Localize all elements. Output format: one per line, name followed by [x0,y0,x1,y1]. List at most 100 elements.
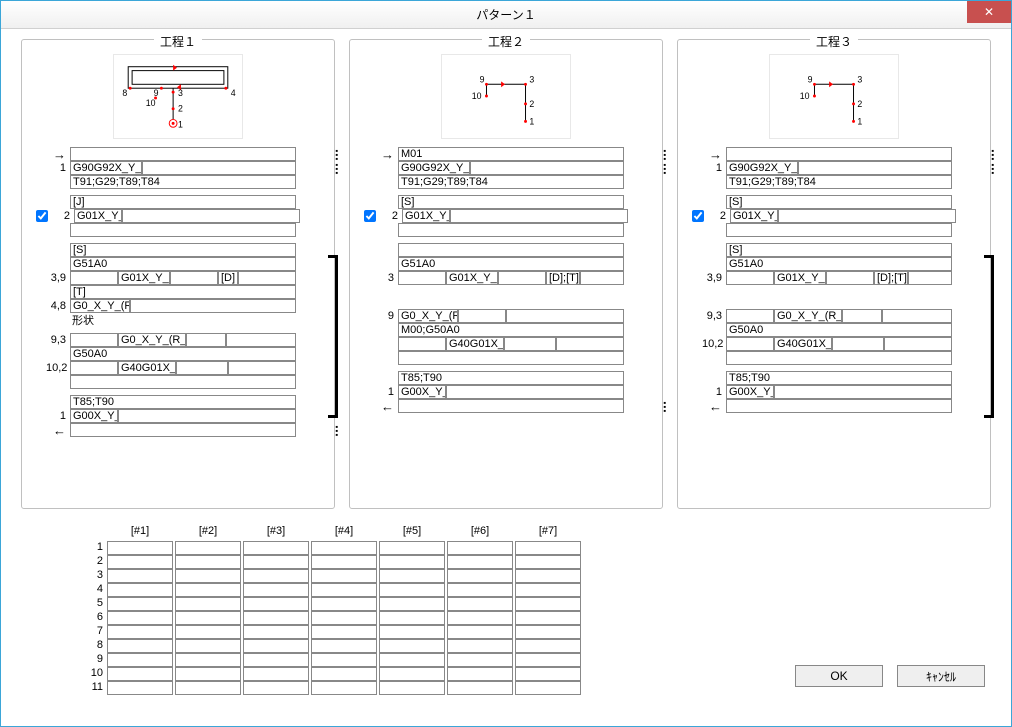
more-menu-icon[interactable]: ■■■ [336,163,338,174]
more-menu-icon[interactable]: ■■■ [664,149,666,160]
grid-cell[interactable] [379,667,445,681]
code-field[interactable]: [T] [70,285,296,299]
more-menu-icon[interactable]: ■■■ [664,163,666,174]
code-field[interactable]: G51A0 [70,257,296,271]
grid-cell[interactable] [379,569,445,583]
code-field[interactable] [118,409,296,423]
grid-cell[interactable] [379,625,445,639]
code-field[interactable] [842,309,882,323]
grid-cell[interactable] [243,625,309,639]
code-field[interactable] [70,333,118,347]
grid-cell[interactable] [175,639,241,653]
code-field[interactable]: G01X_Y_ [118,271,170,285]
code-field[interactable]: G40G01X_Y_ [774,337,832,351]
grid-cell[interactable] [379,597,445,611]
grid-cell[interactable] [107,625,173,639]
grid-cell[interactable] [379,611,445,625]
grid-cell[interactable] [447,569,513,583]
code-field[interactable] [398,271,446,285]
code-field[interactable]: G40G01X_Y_ [446,337,504,351]
grid-cell[interactable] [311,583,377,597]
grid-cell[interactable] [379,639,445,653]
code-field[interactable]: G50A0 [726,323,952,337]
code-field[interactable]: G01X_Y_ [774,271,826,285]
grid-cell[interactable] [243,597,309,611]
grid-cell[interactable] [311,681,377,695]
grid-cell[interactable] [379,681,445,695]
grid-cell[interactable] [107,653,173,667]
code-field[interactable] [580,271,624,285]
grid-cell[interactable] [311,625,377,639]
code-field[interactable] [726,399,952,413]
grid-cell[interactable] [175,541,241,555]
code-field[interactable]: T91;G29;T89;T84 [70,175,296,189]
grid-cell[interactable] [175,597,241,611]
code-field[interactable] [778,209,956,223]
code-field[interactable] [774,385,952,399]
code-field[interactable] [446,385,624,399]
code-field[interactable]: T85;T90 [70,395,296,409]
code-field[interactable]: [S] [726,195,952,209]
grid-cell[interactable] [447,583,513,597]
grid-cell[interactable] [311,639,377,653]
code-field[interactable] [122,209,300,223]
more-menu-icon[interactable]: ■■■ [992,163,994,174]
code-field[interactable] [70,271,118,285]
grid-cell[interactable] [515,653,581,667]
code-field[interactable] [398,223,624,237]
code-field[interactable] [398,243,624,257]
grid-cell[interactable] [107,639,173,653]
code-field[interactable] [186,333,226,347]
code-field[interactable] [70,375,296,389]
grid-cell[interactable] [311,653,377,667]
code-field[interactable]: G0_X_Y_(R_) [774,309,842,323]
code-field[interactable]: M01 [398,147,624,161]
code-field[interactable] [726,337,774,351]
grid-cell[interactable] [447,541,513,555]
code-field[interactable] [798,161,952,175]
grid-cell[interactable] [107,569,173,583]
code-field[interactable] [726,223,952,237]
grid-cell[interactable] [175,555,241,569]
grid-cell[interactable] [243,555,309,569]
code-field[interactable] [130,299,296,313]
grid-cell[interactable] [379,583,445,597]
code-field[interactable] [506,309,624,323]
code-field[interactable]: G0_X_Y_(R_) [398,309,458,323]
grid-cell[interactable] [447,639,513,653]
grid-cell[interactable] [311,541,377,555]
grid-cell[interactable] [243,541,309,555]
code-field[interactable] [398,337,446,351]
grid-cell[interactable] [243,639,309,653]
code-field[interactable]: G00X_Y_ [726,385,774,399]
code-field[interactable] [908,271,952,285]
grid-cell[interactable] [107,681,173,695]
grid-cell[interactable] [175,569,241,583]
grid-cell[interactable] [107,597,173,611]
code-field[interactable]: T85;T90 [398,371,624,385]
code-field[interactable]: G01X_Y_ [446,271,498,285]
code-field[interactable] [70,361,118,375]
grid-cell[interactable] [515,555,581,569]
grid-cell[interactable] [447,597,513,611]
code-field[interactable] [142,161,296,175]
code-field[interactable] [226,333,296,347]
code-field[interactable]: G01X_Y_ [74,209,122,223]
row-checkbox[interactable] [692,210,704,222]
code-field[interactable] [450,209,628,223]
grid-cell[interactable] [107,555,173,569]
grid-cell[interactable] [311,597,377,611]
code-field[interactable] [726,351,952,365]
more-menu-icon[interactable]: ■■■ [664,401,666,412]
grid-cell[interactable] [107,541,173,555]
grid-cell[interactable] [515,611,581,625]
code-field[interactable] [70,423,296,437]
code-field[interactable] [70,223,296,237]
code-field[interactable]: [S] [398,195,624,209]
code-field[interactable]: G40G01X_Y_ [118,361,176,375]
code-field[interactable]: G00X_Y_ [70,409,118,423]
grid-cell[interactable] [175,653,241,667]
grid-cell[interactable] [515,625,581,639]
grid-cell[interactable] [379,541,445,555]
grid-cell[interactable] [243,653,309,667]
